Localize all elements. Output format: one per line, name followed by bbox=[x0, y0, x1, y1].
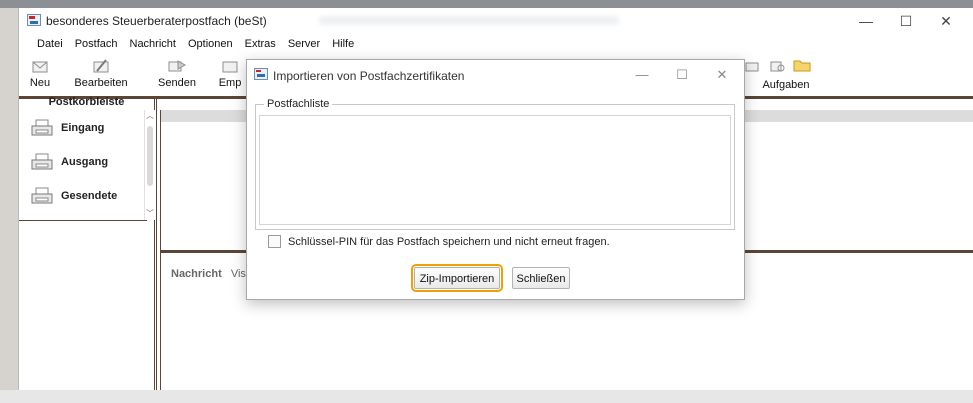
tasks-button[interactable]: Aufgaben bbox=[761, 79, 811, 91]
sidebar-item-ausgang[interactable]: Ausgang bbox=[31, 150, 108, 174]
folder-icon[interactable] bbox=[792, 56, 812, 74]
edit-mail-icon bbox=[93, 59, 109, 73]
edit-button-label: Bearbeiten bbox=[74, 77, 128, 89]
close-dialog-button[interactable]: Schließen bbox=[512, 267, 570, 289]
save-pin-checkbox[interactable] bbox=[268, 235, 281, 248]
menu-datei[interactable]: Datei bbox=[31, 38, 69, 50]
menu-hilfe[interactable]: Hilfe bbox=[326, 38, 360, 50]
receive-button-label: Emp bbox=[218, 77, 242, 89]
sidebar-item-gesendete[interactable]: Gesendete bbox=[31, 184, 117, 208]
sidebar-scrollbar[interactable]: ︿ ﹀ bbox=[144, 110, 155, 220]
postfach-list-group: Postfachliste bbox=[255, 98, 735, 230]
new-button-label: Neu bbox=[29, 77, 51, 89]
title-bar: besonderes Steuerberaterpostfach (beSt) … bbox=[19, 8, 973, 34]
app-logo-icon bbox=[27, 14, 41, 26]
menu-server[interactable]: Server bbox=[282, 38, 326, 50]
dialog-close-button[interactable]: ✕ bbox=[703, 65, 741, 85]
menu-postfach[interactable]: Postfach bbox=[69, 38, 124, 50]
postfach-listbox[interactable] bbox=[259, 115, 731, 225]
search-mail-icon[interactable] bbox=[769, 57, 787, 75]
menu-nachricht[interactable]: Nachricht bbox=[124, 38, 182, 50]
send-mail-icon bbox=[168, 60, 186, 72]
receive-button[interactable]: Emp bbox=[215, 57, 245, 89]
receive-mail-icon bbox=[222, 61, 238, 73]
save-pin-label: Schlüssel-PIN für das Postfach speichern… bbox=[288, 236, 610, 248]
status-bar bbox=[0, 390, 973, 403]
menu-optionen[interactable]: Optionen bbox=[182, 38, 239, 50]
dialog-title: Importieren von Postfachzertifikaten bbox=[273, 69, 465, 83]
scroll-down-icon[interactable]: ﹀ bbox=[146, 208, 154, 219]
preview-tabs: Nachricht Vis bbox=[171, 268, 246, 280]
dialog-minimize-button[interactable]: — bbox=[623, 65, 661, 85]
group-label: Postfachliste bbox=[264, 98, 333, 110]
new-button[interactable]: Neu bbox=[25, 57, 55, 89]
sidebar-item-label: Ausgang bbox=[61, 156, 109, 168]
zip-import-button[interactable]: Zip-Importieren bbox=[411, 264, 503, 292]
print-icon[interactable] bbox=[743, 57, 761, 75]
scroll-thumb[interactable] bbox=[147, 126, 153, 186]
new-mail-icon bbox=[32, 61, 48, 73]
desktop-top-strip bbox=[0, 0, 973, 8]
send-button-label: Senden bbox=[158, 77, 196, 89]
sidebar-title: Postkorbleiste bbox=[19, 96, 157, 110]
blurred-title-detail bbox=[319, 16, 619, 25]
edit-button[interactable]: Bearbeiten bbox=[71, 57, 131, 89]
sidebar: Eingang Ausgang Gesendete ︿ ﹀ bbox=[19, 110, 157, 390]
dialog-app-icon bbox=[254, 68, 268, 80]
close-button[interactable]: ✕ bbox=[925, 11, 967, 31]
tab-nachricht[interactable]: Nachricht bbox=[171, 268, 222, 280]
dialog-maximize-button[interactable]: ☐ bbox=[663, 65, 701, 85]
sidebar-item-label: Eingang bbox=[61, 122, 105, 134]
minimize-button[interactable]: — bbox=[845, 11, 887, 31]
sidebar-item-eingang[interactable]: Eingang bbox=[31, 116, 104, 140]
sidebar-item-label: Gesendete bbox=[61, 190, 118, 202]
scroll-up-icon[interactable]: ︿ bbox=[146, 110, 154, 121]
import-dialog: Importieren von Postfachzertifikaten — ☐… bbox=[246, 59, 745, 300]
sidebar-list: Eingang Ausgang Gesendete bbox=[19, 110, 147, 221]
sent-printer-icon bbox=[31, 187, 53, 204]
tasks-button-label: Aufgaben bbox=[762, 79, 810, 91]
window-title: besonderes Steuerberaterpostfach (beSt) bbox=[46, 14, 267, 28]
inbox-printer-icon bbox=[31, 119, 53, 136]
menu-extras[interactable]: Extras bbox=[239, 38, 282, 50]
outbox-printer-icon bbox=[31, 153, 53, 170]
send-button[interactable]: Senden bbox=[155, 57, 199, 89]
menu-bar: Datei Postfach Nachricht Optionen Extras… bbox=[19, 34, 973, 53]
maximize-button[interactable]: ☐ bbox=[885, 11, 927, 31]
tab-vis[interactable]: Vis bbox=[231, 268, 246, 280]
